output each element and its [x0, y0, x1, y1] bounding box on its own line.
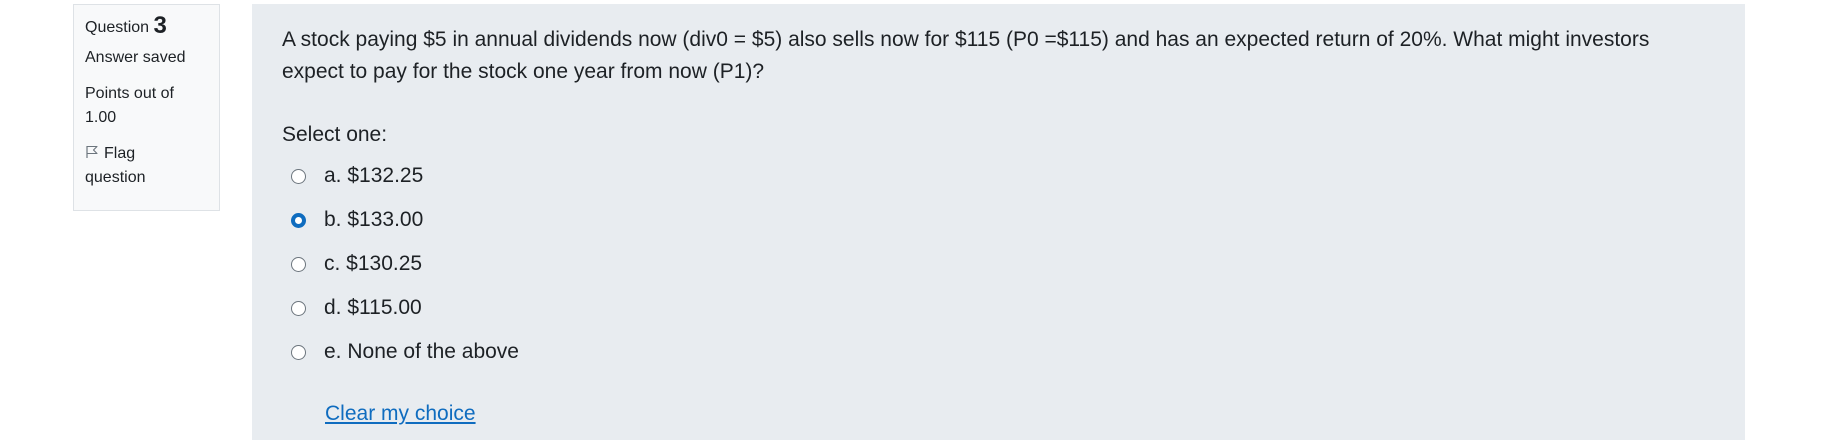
answer-option-b[interactable]: b. $133.00: [282, 198, 1715, 242]
grade-label: Points out of: [85, 85, 174, 102]
answer-option-d[interactable]: d. $115.00: [282, 286, 1715, 330]
answer-option-c[interactable]: c. $130.25: [282, 242, 1715, 286]
radio-button[interactable]: [291, 344, 306, 360]
question-text: A stock paying $5 in annual dividends no…: [282, 28, 1650, 83]
question-content: A stock paying $5 in annual dividends no…: [252, 4, 1745, 440]
question-info-box: Question 3 Answer saved Points out of 1.…: [73, 4, 220, 211]
question-state: Answer saved: [85, 49, 186, 66]
answer-label[interactable]: a. $132.25: [324, 164, 423, 188]
radio-button[interactable]: [291, 168, 306, 184]
radio-button-selected[interactable]: [291, 212, 306, 228]
answer-label[interactable]: b. $133.00: [324, 208, 423, 232]
question-number-value: 3: [153, 12, 167, 39]
flag-question-button[interactable]: Flag question: [85, 142, 208, 190]
answer-label[interactable]: e. None of the above: [324, 340, 519, 364]
answer-list: a. $132.25 b. $133.00 c. $130.25 d. $115…: [282, 154, 1715, 374]
question-label: Question: [85, 19, 150, 36]
quiz-page: Question 3 Answer saved Points out of 1.…: [0, 0, 1832, 448]
question-grade: Points out of 1.00: [85, 82, 208, 130]
answer-option-e[interactable]: e. None of the above: [282, 330, 1715, 374]
radio-button[interactable]: [291, 300, 306, 316]
question-number: Question 3: [85, 12, 208, 39]
flag-label: Flag: [104, 145, 136, 162]
answer-option-a[interactable]: a. $132.25: [282, 154, 1715, 198]
clear-choice-link[interactable]: Clear my choice: [325, 402, 476, 426]
answer-label[interactable]: c. $130.25: [324, 252, 422, 276]
radio-button[interactable]: [291, 256, 306, 272]
flag-label-second-line: question: [85, 169, 146, 186]
flag-icon: [85, 143, 99, 158]
answer-label[interactable]: d. $115.00: [324, 296, 422, 320]
grade-value: 1.00: [85, 109, 117, 126]
select-one-prompt: Select one:: [282, 123, 388, 146]
